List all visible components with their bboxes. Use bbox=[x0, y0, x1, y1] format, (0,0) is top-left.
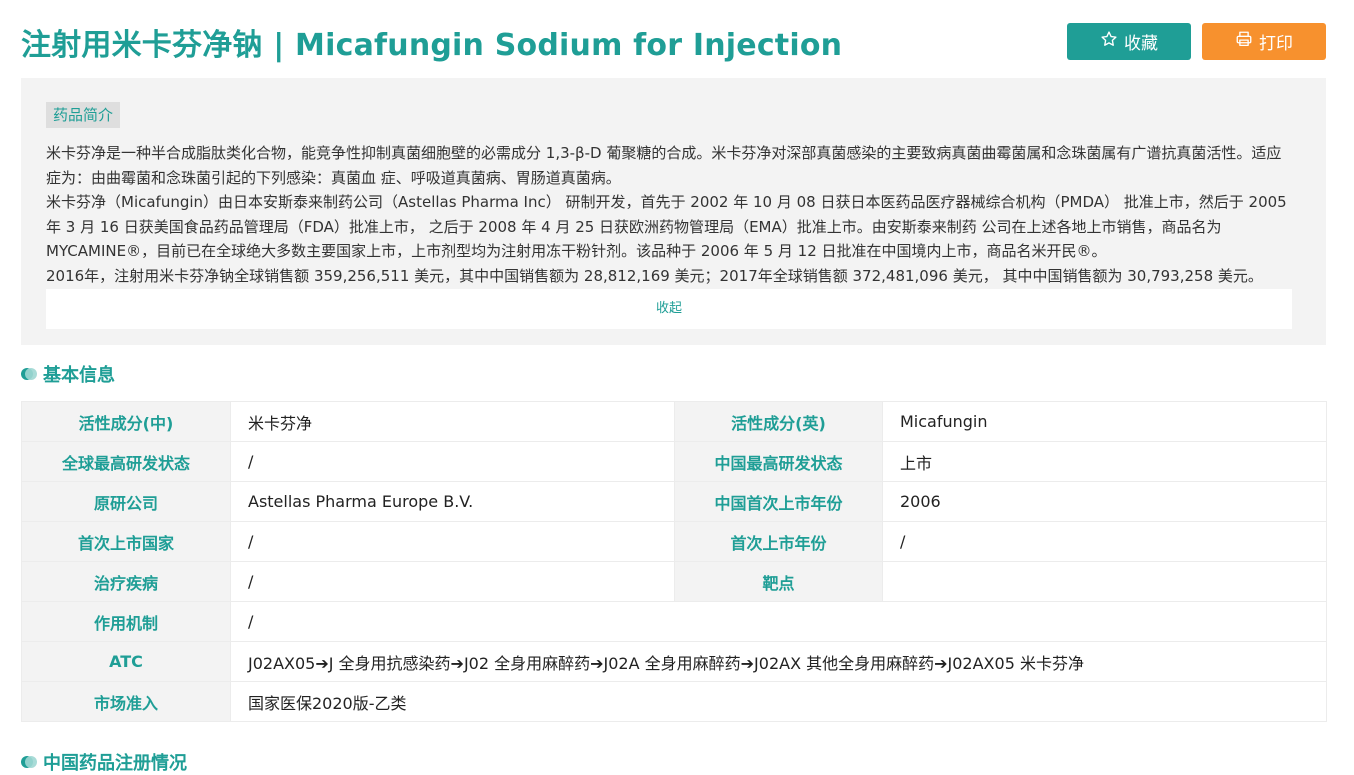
field-value: / bbox=[882, 521, 1327, 562]
intro-text: 米卡芬净是一种半合成脂肽类化合物，能竞争性抑制真菌细胞壁的必需成分 1,3-β-… bbox=[46, 141, 1296, 289]
table-row: 治疗疾病 / 靶点 bbox=[21, 561, 1327, 602]
field-label: ATC bbox=[21, 641, 231, 682]
field-value: Micafungin bbox=[882, 401, 1327, 442]
drug-intro-panel: 药品简介 米卡芬净是一种半合成脂肽类化合物，能竞争性抑制真菌细胞壁的必需成分 1… bbox=[21, 78, 1326, 345]
field-value: 米卡芬净 bbox=[230, 401, 675, 442]
favorite-label: 收藏 bbox=[1124, 34, 1158, 54]
drug-detail-page: 注射用米卡芬净钠 | Micafungin Sodium for Injecti… bbox=[0, 0, 1354, 774]
page-title: 注射用米卡芬净钠 | Micafungin Sodium for Injecti… bbox=[21, 28, 843, 63]
table-row: 市场准入 国家医保2020版-乙类 bbox=[21, 681, 1327, 722]
intro-paragraph: 米卡芬净（Micafungin）由日本安斯泰来制药公司（Astellas Pha… bbox=[46, 193, 1287, 261]
field-value: Astellas Pharma Europe B.V. bbox=[230, 481, 675, 522]
field-value bbox=[882, 561, 1327, 602]
field-value: 国家医保2020版-乙类 bbox=[230, 681, 1327, 722]
section-bullet-icon bbox=[21, 756, 37, 768]
field-label: 活性成分(中) bbox=[21, 401, 231, 442]
favorite-button[interactable]: 收藏 bbox=[1067, 23, 1191, 60]
field-label: 活性成分(英) bbox=[674, 401, 883, 442]
field-value: / bbox=[230, 521, 675, 562]
field-value: 2006 bbox=[882, 481, 1327, 522]
field-value: 上市 bbox=[882, 441, 1327, 482]
field-label: 首次上市国家 bbox=[21, 521, 231, 562]
field-label: 中国最高研发状态 bbox=[674, 441, 883, 482]
field-label: 原研公司 bbox=[21, 481, 231, 522]
table-row: 作用机制 / bbox=[21, 601, 1327, 642]
table-row: 原研公司 Astellas Pharma Europe B.V. 中国首次上市年… bbox=[21, 481, 1327, 522]
printer-icon bbox=[1235, 30, 1253, 53]
print-button[interactable]: 打印 bbox=[1202, 23, 1326, 60]
collapse-button[interactable]: 收起 bbox=[46, 289, 1292, 329]
field-label: 治疗疾病 bbox=[21, 561, 231, 602]
field-label: 中国首次上市年份 bbox=[674, 481, 883, 522]
field-value: / bbox=[230, 601, 1327, 642]
field-label: 全球最高研发状态 bbox=[21, 441, 231, 482]
registration-heading: 中国药品注册情况 bbox=[21, 750, 187, 774]
section-title: 基本信息 bbox=[43, 365, 115, 386]
table-row: 活性成分(中) 米卡芬净 活性成分(英) Micafungin bbox=[21, 401, 1327, 442]
basic-info-heading: 基本信息 bbox=[21, 362, 115, 386]
print-label: 打印 bbox=[1259, 34, 1293, 54]
table-row: 首次上市国家 / 首次上市年份 / bbox=[21, 521, 1327, 562]
intro-paragraph: 米卡芬净是一种半合成脂肽类化合物，能竞争性抑制真菌细胞壁的必需成分 1,3-β-… bbox=[46, 144, 1282, 187]
field-label: 市场准入 bbox=[21, 681, 231, 722]
table-row: 全球最高研发状态 / 中国最高研发状态 上市 bbox=[21, 441, 1327, 482]
field-value: / bbox=[230, 561, 675, 602]
intro-tag: 药品简介 bbox=[46, 102, 121, 128]
section-title: 中国药品注册情况 bbox=[43, 753, 187, 774]
field-value: / bbox=[230, 441, 675, 482]
field-label: 首次上市年份 bbox=[674, 521, 883, 562]
intro-paragraph: 2016年，注射用米卡芬净钠全球销售额 359,256,511 美元，其中中国销… bbox=[46, 266, 1263, 285]
table-row: ATC J02AX05➔J 全身用抗感染药➔J02 全身用麻醉药➔J02A 全身… bbox=[21, 641, 1327, 682]
field-value: J02AX05➔J 全身用抗感染药➔J02 全身用麻醉药➔J02A 全身用麻醉药… bbox=[230, 641, 1327, 682]
field-label: 作用机制 bbox=[21, 601, 231, 642]
star-icon bbox=[1100, 30, 1118, 53]
basic-info-table: 活性成分(中) 米卡芬净 活性成分(英) Micafungin 全球最高研发状态… bbox=[21, 401, 1327, 722]
section-bullet-icon bbox=[21, 368, 37, 380]
field-label: 靶点 bbox=[674, 561, 883, 602]
